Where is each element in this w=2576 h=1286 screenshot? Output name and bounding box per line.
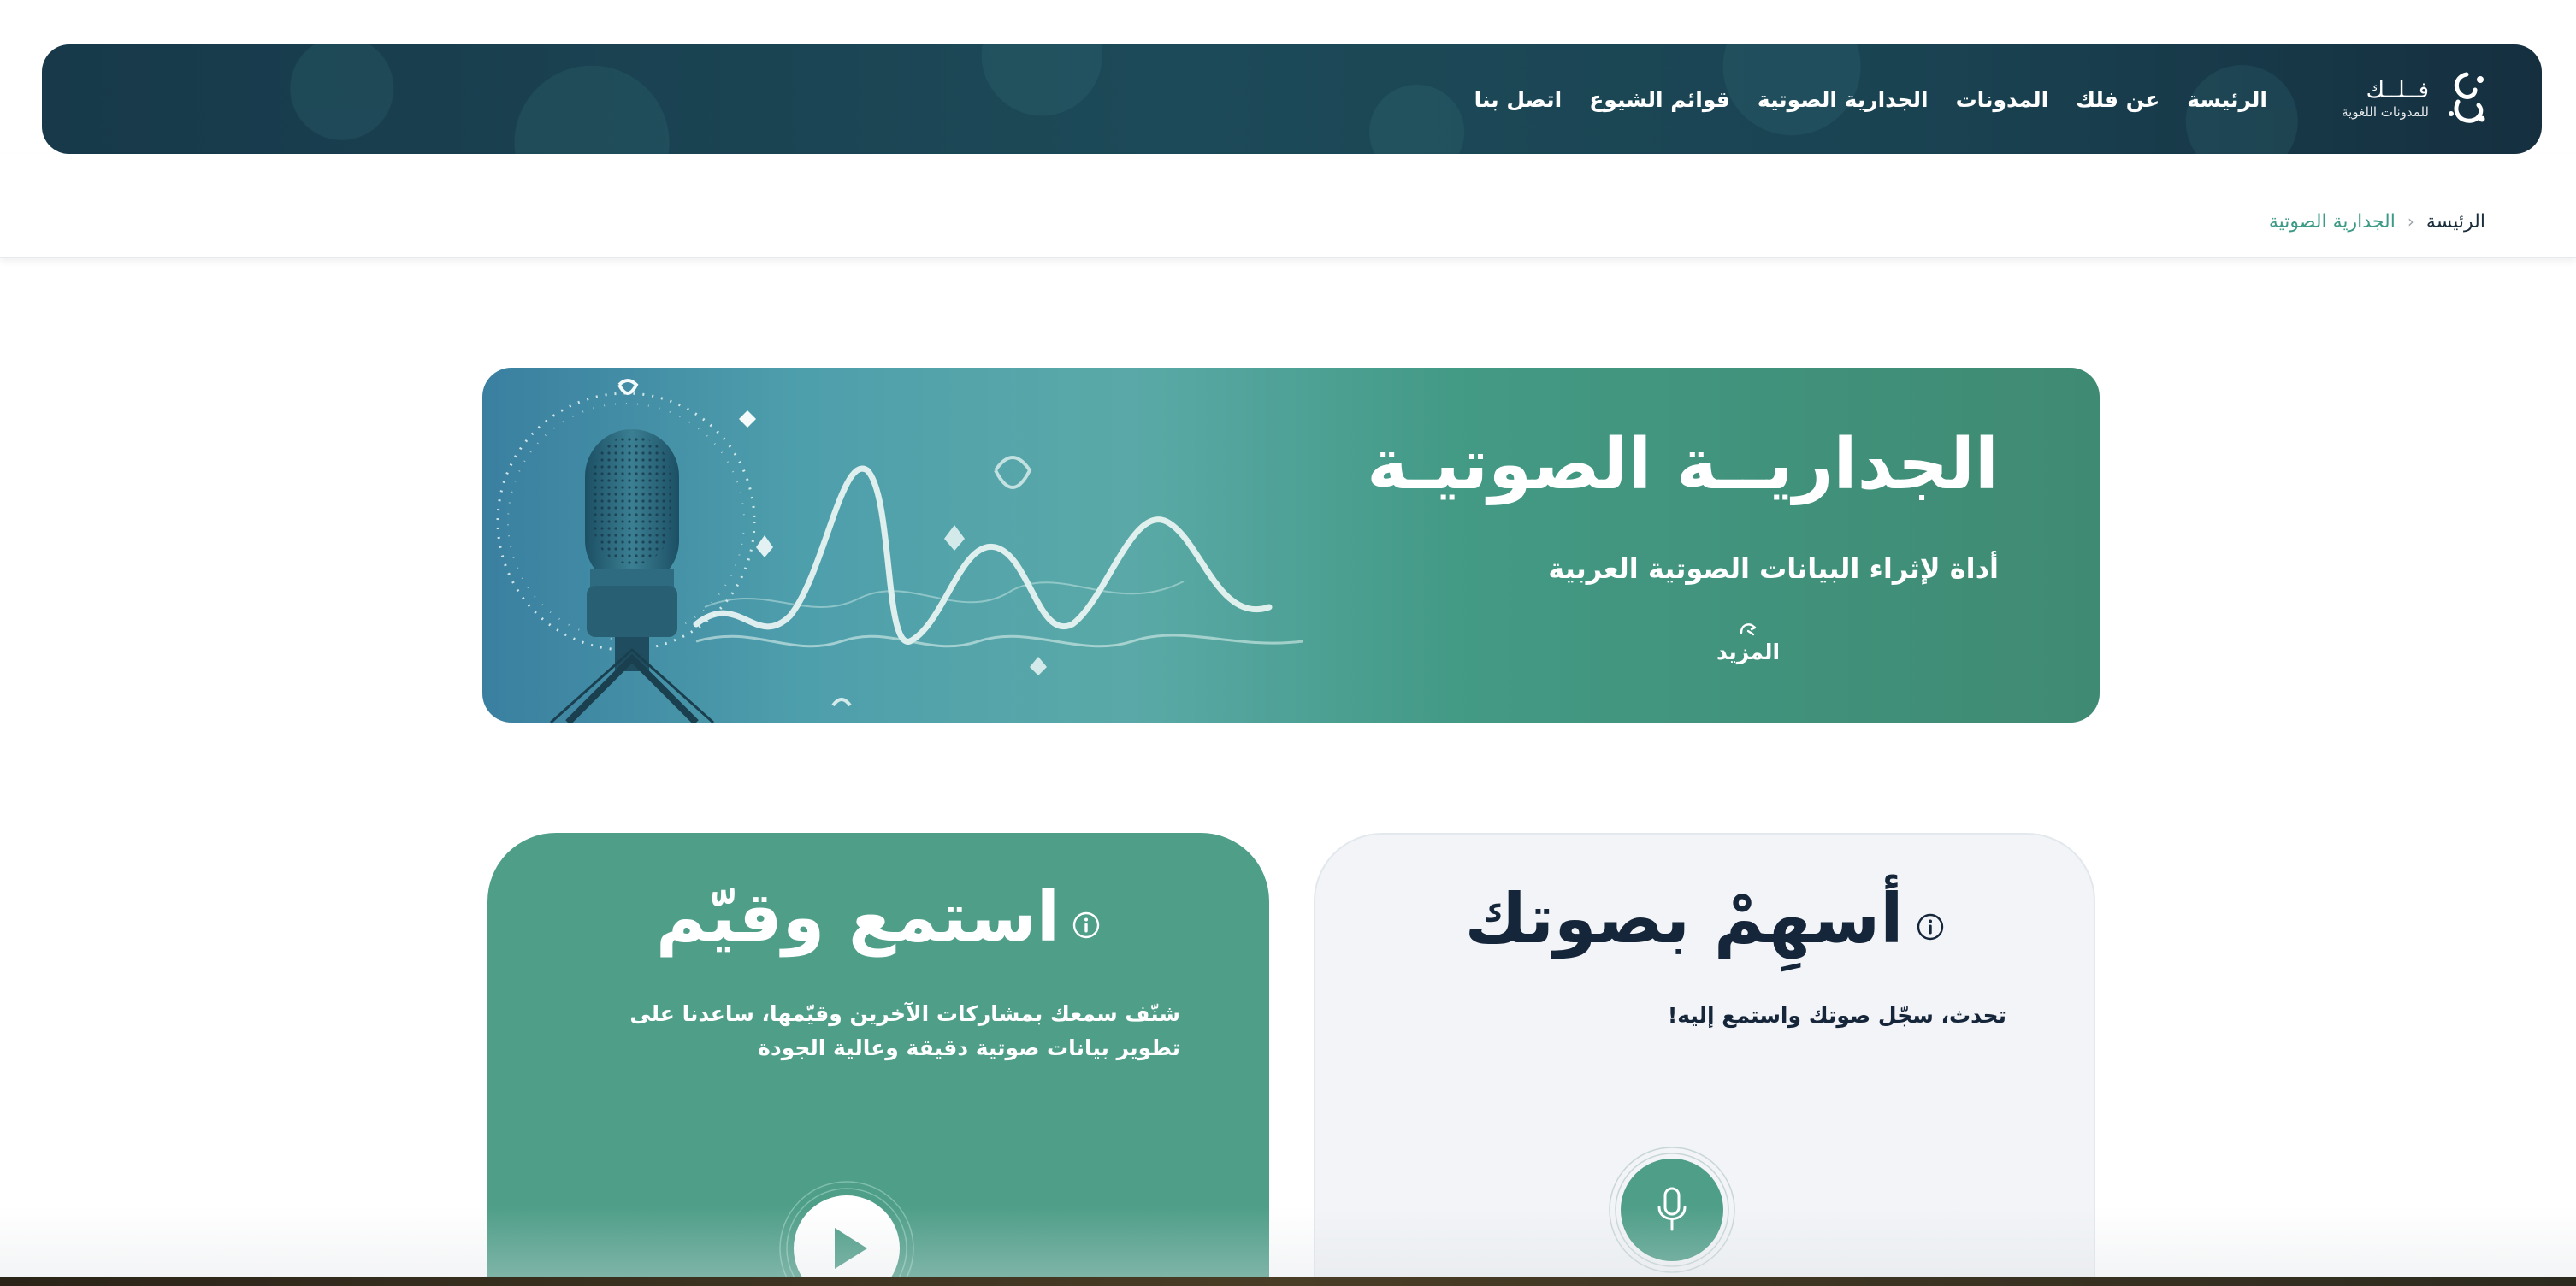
listen-card-title: استمع وقيّم <box>655 877 1061 957</box>
nav-item-frequency-lists[interactable]: قوائم الشيوع <box>1575 87 1744 112</box>
listen-card-header: استمع وقيّم <box>487 877 1269 957</box>
contribute-card-header: أسهِمْ بصوتك <box>1315 879 2094 959</box>
more-link[interactable]: المزيد <box>1697 621 1799 681</box>
info-icon[interactable] <box>1916 912 1945 941</box>
hero-title: الجداريــة الصوتيـة <box>1367 424 1999 505</box>
nav-item-home[interactable]: الرئيسة <box>2173 87 2281 112</box>
info-icon[interactable] <box>1072 911 1101 940</box>
logo-mark-icon <box>2449 72 2485 123</box>
nav-item-voice-wall[interactable]: الجدارية الصوتية <box>1744 87 1942 112</box>
contribute-card-description: تحدث، سجّل صوتك واستمع إليه! <box>1667 1003 2006 1028</box>
listen-card-description: شنّف سمعك بمشاركات الآخرين وقيّمها، ساعد… <box>629 1001 1180 1060</box>
breadcrumb-current: الجدارية الصوتية <box>2268 210 2396 233</box>
breadcrumb-home-link[interactable]: الرئيسة <box>2426 211 2485 233</box>
contribute-card-title: أسهِمْ بصوتك <box>1464 879 1904 959</box>
play-icon <box>779 1181 914 1286</box>
background-strip <box>0 1277 2576 1286</box>
brand-name: فــلــك <box>2366 78 2429 103</box>
microphone-icon <box>1609 1147 1735 1273</box>
main-nav: الرئيسة عن فلك المدونات الجدارية الصوتية… <box>1461 44 2281 154</box>
listen-rate-card: استمع وقيّم شنّف سمعك بمشاركات الآخرين و… <box>487 833 1269 1286</box>
bottom-fade <box>0 1206 2576 1279</box>
microphone-illustration <box>496 379 1303 723</box>
contribute-voice-card: أسهِمْ بصوتك تحدث، سجّل صوتك واستمع إليه… <box>1314 833 2095 1286</box>
hero-subtitle: أداة لإثراء البيانات الصوتية العربية <box>1548 552 1999 585</box>
nav-item-corpora[interactable]: المدونات <box>1942 87 2063 112</box>
breadcrumb: الرئيسة ‹ الجدارية الصوتية <box>2269 207 2485 236</box>
hero-banner: الجداريــة الصوتيـة أداة لإثراء البيانات… <box>482 368 2100 723</box>
brand-logo[interactable]: فــلــك للمدونات اللغوية <box>2328 63 2490 135</box>
breadcrumb-bar: الرئيسة ‹ الجدارية الصوتية <box>0 154 2576 258</box>
hand-pointer-icon <box>1740 623 1757 636</box>
nav-item-contact[interactable]: اتصل بنا <box>1461 87 1576 112</box>
nav-item-about[interactable]: عن فلك <box>2062 87 2173 112</box>
record-button[interactable] <box>1608 1146 1736 1274</box>
chevron-left-icon: ‹ <box>2407 211 2414 232</box>
play-button[interactable] <box>778 1180 915 1286</box>
brand-tagline: للمدونات اللغوية <box>2342 104 2429 120</box>
more-label: المزيد <box>1716 640 1781 664</box>
top-navbar: فــلــك للمدونات اللغوية الرئيسة عن فلك … <box>42 44 2542 154</box>
